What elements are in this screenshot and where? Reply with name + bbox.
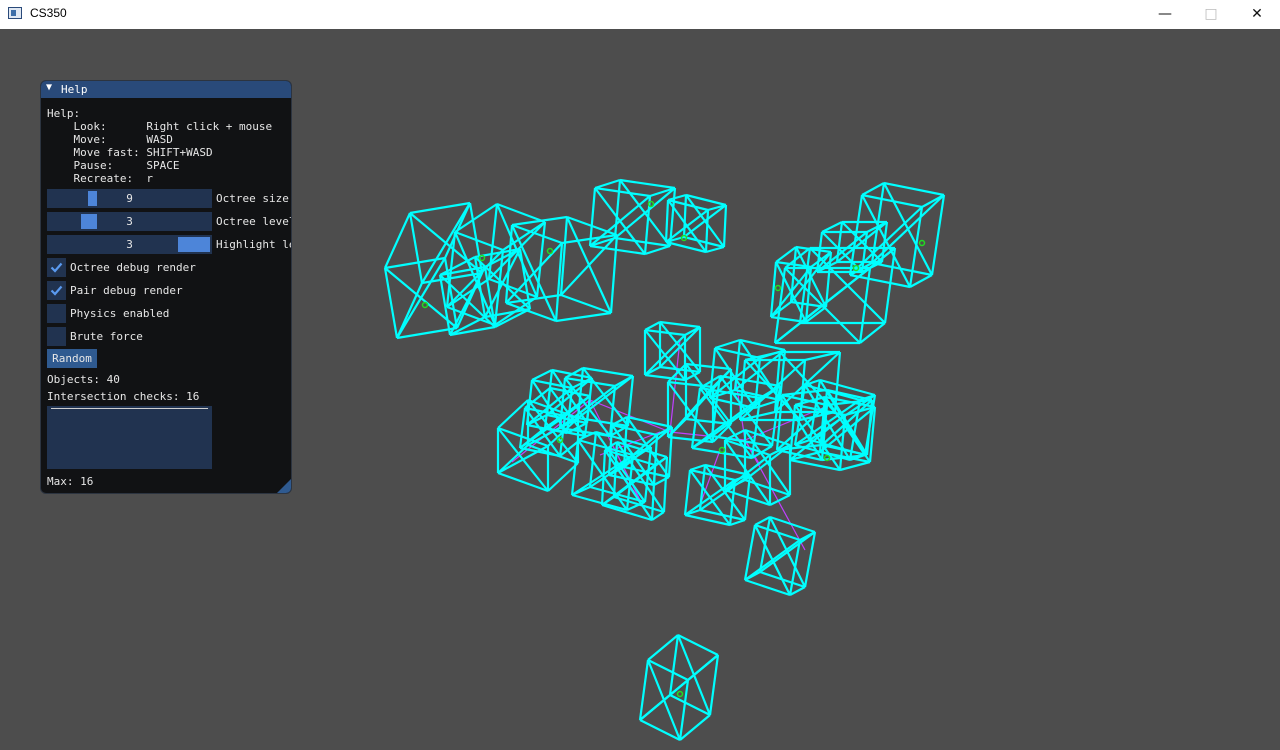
object-center-marker xyxy=(546,247,554,255)
help-text: Help: Look: Right click + mouse Move: WA… xyxy=(47,107,272,185)
highlight-level-slider[interactable]: 3 xyxy=(47,235,212,254)
help-line: Help: xyxy=(47,107,81,120)
slider-value: 3 xyxy=(126,215,133,228)
help-window-title: Help xyxy=(61,83,88,96)
app-icon xyxy=(8,7,22,19)
maximize-button[interactable]: □ xyxy=(1188,0,1234,29)
object-center-marker xyxy=(823,454,831,462)
checks-plot xyxy=(47,406,212,469)
brute-force-label: Brute force xyxy=(70,330,143,343)
maximize-icon: □ xyxy=(1204,6,1218,22)
octree-level-label: Octree level xyxy=(216,215,292,228)
physics-enabled-checkbox[interactable] xyxy=(47,304,66,323)
octree-node-cube xyxy=(723,428,792,507)
slider-value: 9 xyxy=(126,192,133,205)
help-line: Move: WASD xyxy=(47,133,173,146)
random-button[interactable]: Random xyxy=(47,349,97,368)
octree-size-slider[interactable]: 9 xyxy=(47,189,212,208)
pair-debug-render-checkbox[interactable] xyxy=(47,281,66,300)
object-center-marker xyxy=(718,446,726,454)
close-icon: ✕ xyxy=(1251,6,1263,22)
minimize-icon: — xyxy=(1158,6,1172,22)
object-center-marker xyxy=(676,690,684,698)
close-button[interactable]: ✕ xyxy=(1234,0,1280,29)
brute-force-checkbox[interactable] xyxy=(47,327,66,346)
checkmark-icon xyxy=(50,285,63,296)
checkmark-icon xyxy=(50,262,63,273)
window-title: CS350 xyxy=(30,6,67,20)
object-center-marker xyxy=(478,254,486,262)
physics-enabled-label: Physics enabled xyxy=(70,307,170,320)
help-line: Pause: SPACE xyxy=(47,159,180,172)
octree-node-cube xyxy=(708,338,787,410)
help-line: Recreate: r xyxy=(47,172,153,185)
title-bar: CS350 — □ ✕ xyxy=(0,0,1280,29)
octree-node-cube xyxy=(664,193,728,254)
help-line: Look: Right click + mouse xyxy=(47,120,273,133)
octree-debug-render-label: Octree debug render xyxy=(70,261,196,274)
object-center-marker xyxy=(918,239,926,247)
collapse-arrow-icon[interactable]: ▼ xyxy=(46,82,52,93)
object-center-marker xyxy=(421,301,429,309)
resize-grip[interactable] xyxy=(277,479,291,493)
slider-value: 3 xyxy=(126,238,133,251)
max-value: Max: 16 xyxy=(47,475,94,488)
plot-line xyxy=(51,408,208,409)
octree-level-slider[interactable]: 3 xyxy=(47,212,212,231)
octree-node-cube xyxy=(743,515,817,597)
object-center-marker xyxy=(647,200,655,208)
octree-node-cube xyxy=(638,634,720,741)
octree-node-cube xyxy=(588,178,677,256)
octree-wireframe xyxy=(383,178,946,741)
octree-size-label: Octree size xyxy=(216,192,289,205)
highlight-level-label: Highlight level xyxy=(216,238,291,251)
minimize-button[interactable]: — xyxy=(1142,0,1188,29)
octree-debug-render-checkbox[interactable] xyxy=(47,258,66,277)
help-window-header[interactable]: ▼ Help xyxy=(41,81,291,98)
intersection-checks: Intersection checks: 16 xyxy=(47,390,200,403)
help-window: ▼ Help Help: Look: Right click + mouse M… xyxy=(40,80,292,494)
help-line: Move fast: SHIFT+WASD xyxy=(47,146,213,159)
objects-count: Objects: 40 xyxy=(47,373,120,386)
object-center-marker xyxy=(774,284,782,292)
pair-debug-render-label: Pair debug render xyxy=(70,284,183,297)
